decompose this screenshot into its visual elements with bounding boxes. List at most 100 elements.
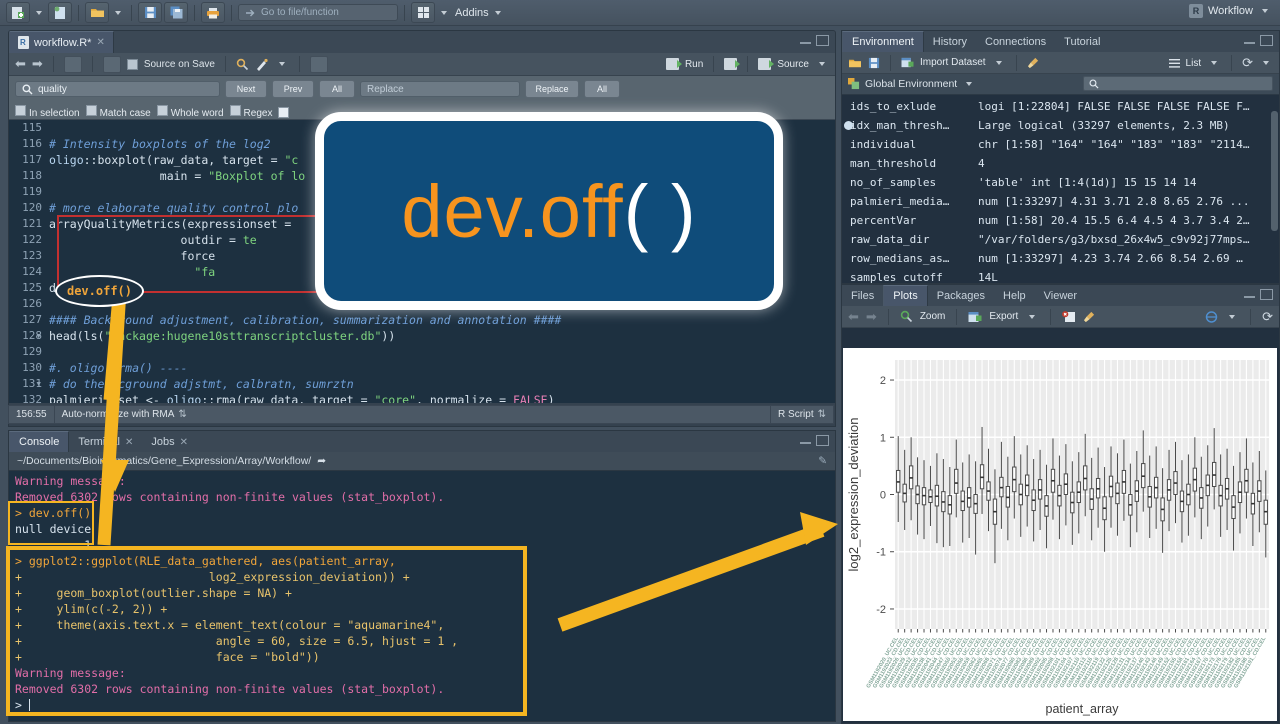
- close-icon[interactable]: ✕: [96, 37, 104, 48]
- environment-variable-row[interactable]: palmieri_media… num [1:33297] 4.31 3.71 2…: [842, 192, 1279, 211]
- new-file-chevron-down-icon[interactable]: [36, 10, 42, 15]
- in-selection-checkbox[interactable]: [15, 105, 26, 116]
- tab-files[interactable]: Files: [842, 286, 883, 306]
- export-icon[interactable]: [968, 311, 982, 323]
- environment-variable-row[interactable]: raw_data_dir "/var/folders/g3/bxsd_26x4w5…: [842, 230, 1279, 249]
- refresh-icon[interactable]: ⟳: [1242, 55, 1253, 71]
- new-file-icon[interactable]: [6, 2, 30, 23]
- plots-maximize-icon[interactable]: [1260, 289, 1273, 300]
- import-chevron-down-icon[interactable]: [995, 60, 1002, 65]
- console-maximize-icon[interactable]: [816, 435, 829, 446]
- tab-packages[interactable]: Packages: [928, 286, 994, 306]
- code-tools-icon[interactable]: [255, 58, 269, 71]
- project-selector[interactable]: R Workflow: [1188, 4, 1272, 18]
- code-line[interactable]: #### Background adjustment, calibration,…: [49, 312, 835, 328]
- new-project-icon[interactable]: [48, 2, 72, 23]
- show-document-outline-icon[interactable]: [63, 55, 82, 73]
- addins-button[interactable]: Addins: [453, 7, 489, 19]
- compile-report-icon[interactable]: [309, 55, 328, 73]
- run-button[interactable]: Run: [685, 59, 703, 70]
- plot-previous-icon[interactable]: ⬅: [848, 309, 859, 325]
- replace-button[interactable]: Replace: [525, 80, 579, 98]
- print-icon[interactable]: [201, 2, 225, 23]
- refresh-chevron-down-icon[interactable]: [1263, 61, 1269, 65]
- wrap-checkbox[interactable]: [278, 106, 290, 118]
- tab-plots[interactable]: Plots: [883, 285, 928, 306]
- file-type-selector[interactable]: R Script ⇅: [770, 406, 833, 423]
- import-dataset-icon[interactable]: [901, 57, 914, 69]
- project-chevron-down-icon[interactable]: [1262, 9, 1268, 13]
- publish-chevron-down-icon[interactable]: [1229, 315, 1236, 319]
- find-input[interactable]: quality: [15, 81, 220, 97]
- tab-tutorial[interactable]: Tutorial: [1055, 32, 1109, 52]
- rerun-icon[interactable]: [724, 58, 741, 70]
- import-dataset-button[interactable]: Import Dataset: [920, 57, 986, 68]
- minimize-icon[interactable]: [800, 35, 811, 44]
- plot-next-icon[interactable]: ➡: [866, 309, 877, 325]
- find-prev-button[interactable]: Prev: [272, 80, 314, 98]
- export-button[interactable]: Export: [989, 311, 1018, 322]
- goto-file-function-input[interactable]: Go to file/function: [238, 4, 398, 21]
- environment-variable-row[interactable]: percentVar num [1:58] 20.4 15.5 6.4 4.5 4…: [842, 211, 1279, 230]
- tab-connections[interactable]: Connections: [976, 32, 1055, 52]
- code-line[interactable]: [49, 344, 835, 360]
- clear-broom-icon[interactable]: [1027, 57, 1040, 69]
- tab-help[interactable]: Help: [994, 286, 1035, 306]
- option-match-case[interactable]: Match case: [85, 105, 151, 119]
- env-maximize-icon[interactable]: [1260, 35, 1273, 46]
- code-line[interactable]: palmieri_eset <- oligo::rma(raw_data, ta…: [49, 392, 835, 403]
- grid-icon[interactable]: [411, 2, 435, 23]
- save-workspace-icon[interactable]: [868, 57, 880, 69]
- view-mode-chevron-down-icon[interactable]: [1211, 61, 1218, 65]
- source-chevron-down-icon[interactable]: [819, 62, 825, 66]
- open-folder-icon[interactable]: [85, 2, 109, 23]
- jobs-close-icon[interactable]: ✕: [180, 437, 188, 448]
- code-line[interactable]: #. oligo::rma() ----: [49, 360, 835, 376]
- find-all-button[interactable]: All: [319, 80, 355, 98]
- environment-variable-row[interactable]: row_medians_as… num [1:33297] 4.23 3.74 2…: [842, 249, 1279, 268]
- plots-minimize-icon[interactable]: [1244, 289, 1255, 298]
- code-tools-chevron-down-icon[interactable]: [278, 62, 285, 66]
- tab-terminal[interactable]: Terminal ✕: [69, 432, 142, 452]
- tab-jobs[interactable]: Jobs ✕: [142, 432, 197, 452]
- code-scope-selector[interactable]: Auto-normalize with RMA ⇅: [55, 406, 194, 423]
- code-line[interactable]: # do the Bcground adjstmt, calbratn, sum…: [49, 376, 835, 392]
- load-workspace-icon[interactable]: [848, 57, 862, 69]
- clear-plots-broom-icon[interactable]: [1083, 311, 1096, 323]
- regex-checkbox[interactable]: [229, 105, 241, 116]
- environment-variable-list[interactable]: ids_to_exlude logi [1:22804] FALSE FALSE …: [842, 95, 1279, 283]
- tab-environment[interactable]: Environment: [842, 31, 924, 52]
- tab-console[interactable]: Console: [9, 431, 70, 452]
- code-line[interactable]: head(ls("package:hugene10sttranscriptclu…: [49, 328, 835, 344]
- open-folder-chevron-down-icon[interactable]: [115, 10, 121, 15]
- zoom-button[interactable]: Zoom: [920, 311, 946, 322]
- export-chevron-down-icon[interactable]: [1029, 314, 1036, 319]
- option-whole-word[interactable]: Whole word: [156, 105, 224, 119]
- forward-arrow-icon[interactable]: ➡: [32, 56, 43, 72]
- option-in-selection[interactable]: In selection: [15, 105, 80, 119]
- source-button[interactable]: Source: [777, 59, 809, 70]
- environment-variable-row[interactable]: no_of_samples 'table' int [1:4(1d)] 15 15…: [842, 173, 1279, 192]
- list-view-icon[interactable]: [1168, 58, 1180, 68]
- find-next-button[interactable]: Next: [225, 80, 267, 98]
- tab-viewer[interactable]: Viewer: [1035, 286, 1086, 306]
- expand-icon[interactable]: [844, 121, 853, 130]
- environment-scrollbar[interactable]: [1271, 111, 1278, 231]
- open-in-files-icon[interactable]: ➦: [317, 455, 326, 467]
- replace-input[interactable]: Replace: [360, 81, 520, 97]
- back-arrow-icon[interactable]: ⬅: [15, 56, 26, 72]
- whole-word-checkbox[interactable]: [156, 105, 168, 116]
- remove-plot-icon[interactable]: [1062, 310, 1076, 323]
- environment-scope-selector[interactable]: Global Environment: [842, 74, 1279, 95]
- environment-variable-row[interactable]: samples_cutoff 14L: [842, 268, 1279, 283]
- environment-variable-row[interactable]: idx_man_thresh… Large logical (33297 elem…: [842, 116, 1279, 135]
- source-on-save-checkbox[interactable]: [126, 58, 138, 70]
- environment-variable-row[interactable]: man_threshold 4: [842, 154, 1279, 173]
- match-case-checkbox[interactable]: [85, 105, 97, 116]
- tab-workflow-r[interactable]: workflow.R* ✕: [9, 31, 114, 53]
- plots-refresh-icon[interactable]: ⟳: [1262, 309, 1273, 325]
- grid-chevron-down-icon[interactable]: [441, 10, 447, 15]
- plot-canvas[interactable]: -2 -1 0 1 2 GSM1192020_UC.CEL GSM1192023_CD.CE…: [843, 348, 1277, 721]
- save-document-icon[interactable]: [102, 55, 121, 73]
- maximize-icon[interactable]: [816, 35, 829, 46]
